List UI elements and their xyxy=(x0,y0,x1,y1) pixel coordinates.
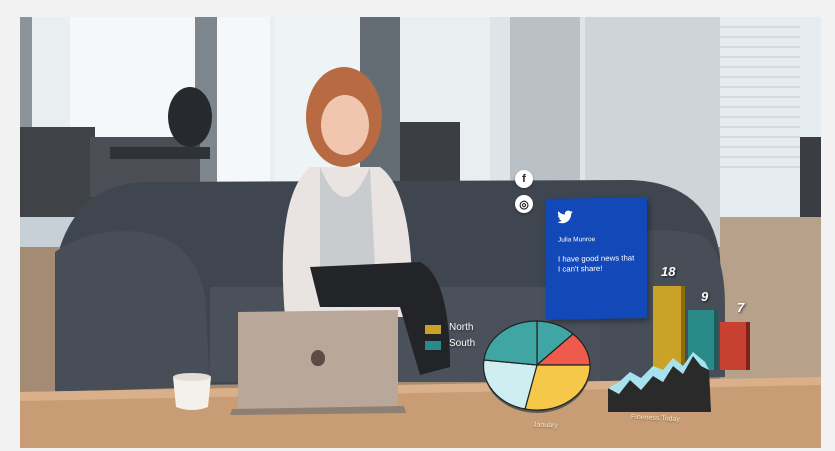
tweet-author: Julia Munroe xyxy=(558,236,596,244)
legend-swatch-north xyxy=(425,325,441,334)
legend-label-north: North xyxy=(449,322,474,333)
pie-slice-teal-2 xyxy=(483,320,538,366)
legend-label-south: South xyxy=(449,338,476,349)
twitter-bird-icon xyxy=(557,210,573,224)
pie-chart xyxy=(482,320,591,413)
bar-label-9: 9 xyxy=(701,289,709,304)
tweet-text: I have good news that I can't share! xyxy=(558,253,635,274)
area-chart xyxy=(608,352,711,412)
pie-caption: January xyxy=(533,421,558,430)
bar-label-18: 18 xyxy=(661,264,676,279)
instagram-icon[interactable]: ◎ xyxy=(515,195,533,213)
bar-label-7: 7 xyxy=(737,300,745,315)
tweet-card[interactable]: Julia Munroe I have good news that I can… xyxy=(546,197,647,320)
bar-7 xyxy=(720,322,750,370)
apple-logo-icon xyxy=(311,350,325,366)
video-frame: f ◎ Julia Munroe I have good news that I… xyxy=(20,17,821,448)
facebook-icon[interactable]: f xyxy=(515,170,533,188)
legend-swatch-south xyxy=(425,341,441,350)
